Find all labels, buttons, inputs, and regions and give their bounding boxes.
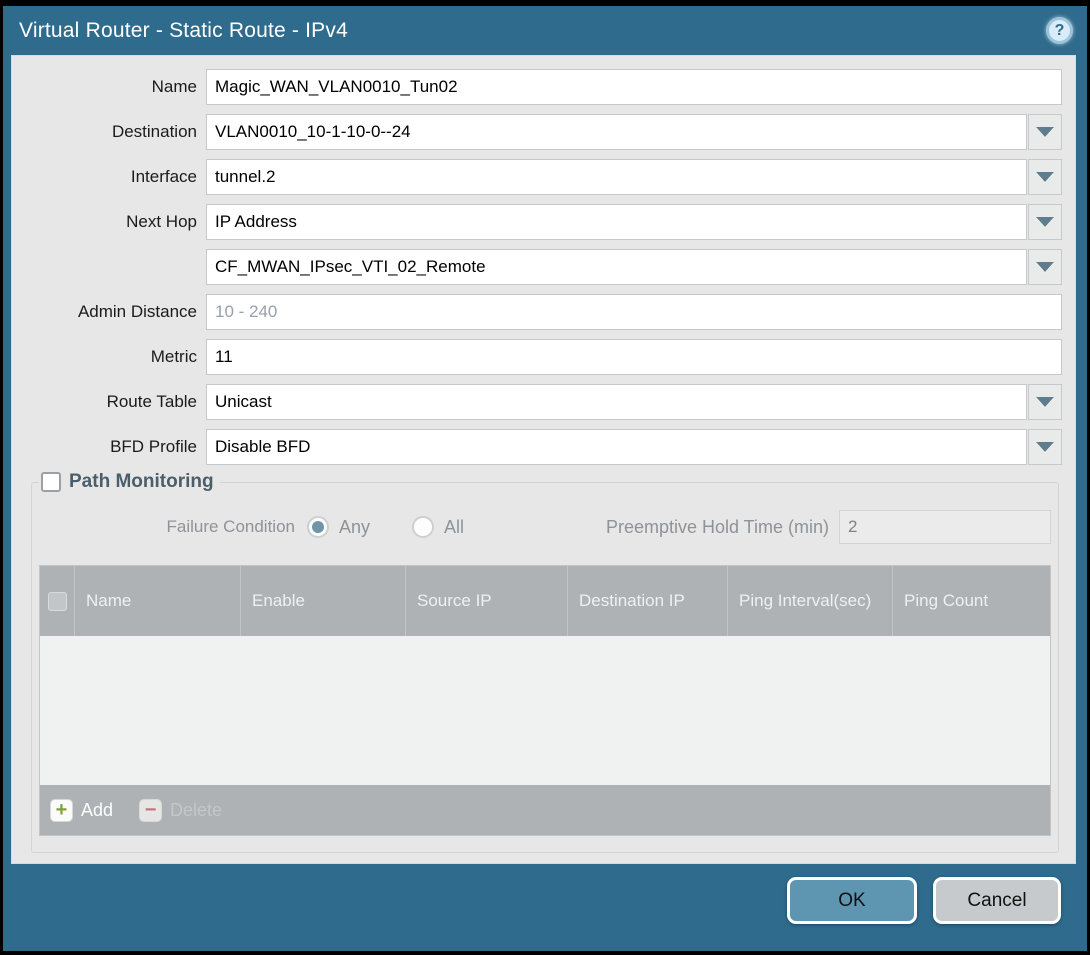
radio-any-label: Any [339, 517, 370, 538]
next-hop-address-dropdown-button[interactable] [1028, 249, 1062, 285]
radio-all [412, 516, 434, 538]
dialog-footer: OK Cancel [3, 864, 1087, 951]
bfd-profile-dropdown-button[interactable] [1028, 429, 1062, 465]
interface-input[interactable] [206, 159, 1027, 195]
dialog-content: Name Destination Interface [11, 55, 1076, 864]
route-table-label: Route Table [12, 392, 206, 412]
metric-label: Metric [12, 347, 206, 367]
destination-label: Destination [12, 122, 206, 142]
route-table-input[interactable] [206, 384, 1027, 420]
path-monitoring-legend: Path Monitoring [39, 471, 220, 493]
chevron-down-icon [1036, 172, 1054, 182]
path-monitoring-checkbox[interactable] [41, 472, 61, 492]
name-row: Name [12, 69, 1075, 105]
path-monitoring-title: Path Monitoring [69, 471, 214, 493]
column-header-destination-ip: Destination IP [567, 566, 727, 636]
admin-distance-label: Admin Distance [12, 302, 206, 322]
destination-row: Destination [12, 114, 1075, 150]
column-header-enable: Enable [240, 566, 405, 636]
interface-dropdown-button[interactable] [1028, 159, 1062, 195]
chevron-down-icon [1036, 127, 1054, 137]
preemptive-hold-time-label: Preemptive Hold Time (min) [606, 517, 839, 538]
help-icon[interactable]: ? [1046, 17, 1073, 44]
name-label: Name [12, 77, 206, 97]
bfd-profile-input[interactable] [206, 429, 1027, 465]
failure-condition-any-option: Any [307, 516, 370, 538]
column-header-source-ip: Source IP [405, 566, 567, 636]
failure-condition-all-option: All [412, 516, 464, 538]
cancel-button[interactable]: Cancel [933, 877, 1061, 924]
select-all-checkbox [48, 592, 67, 611]
path-monitoring-table: Name Enable Source IP Destination IP Pin… [39, 565, 1051, 836]
path-monitoring-section: Path Monitoring Failure Condition Any Al… [31, 471, 1059, 853]
next-hop-row: Next Hop [12, 204, 1075, 240]
metric-row: Metric [12, 339, 1075, 375]
destination-input[interactable] [206, 114, 1027, 150]
chevron-down-icon [1036, 442, 1054, 452]
bfd-profile-label: BFD Profile [12, 437, 206, 457]
next-hop-label: Next Hop [12, 212, 206, 232]
destination-dropdown-button[interactable] [1028, 114, 1062, 150]
delete-button-label: Delete [170, 800, 222, 821]
radio-selected-dot [312, 521, 324, 533]
table-header-row: Name Enable Source IP Destination IP Pin… [40, 566, 1050, 636]
route-table-row: Route Table [12, 384, 1075, 420]
column-header-name: Name [74, 566, 240, 636]
static-route-form: Name Destination Interface [12, 56, 1075, 465]
bfd-profile-row: BFD Profile [12, 429, 1075, 465]
table-body-empty [40, 636, 1050, 785]
chevron-down-icon [1036, 262, 1054, 272]
next-hop-address-row [12, 249, 1075, 285]
failure-condition-row: Failure Condition Any All Preemptive Hol… [39, 509, 1051, 545]
failure-condition-label: Failure Condition [39, 517, 307, 537]
admin-distance-input[interactable] [206, 294, 1062, 330]
metric-input[interactable] [206, 339, 1062, 375]
name-input[interactable] [206, 69, 1062, 105]
add-button[interactable]: + Add [50, 799, 113, 822]
radio-any [307, 516, 329, 538]
add-button-label: Add [81, 800, 113, 821]
interface-row: Interface [12, 159, 1075, 195]
column-header-ping-count: Ping Count [892, 566, 1050, 636]
interface-label: Interface [12, 167, 206, 187]
table-header-checkbox-cell [40, 566, 74, 636]
minus-icon: − [139, 799, 162, 822]
dialog-titlebar: Virtual Router - Static Route - IPv4 ? [3, 6, 1087, 55]
chevron-down-icon [1036, 217, 1054, 227]
next-hop-dropdown-button[interactable] [1028, 204, 1062, 240]
preemptive-hold-time-group: Preemptive Hold Time (min) [606, 510, 1051, 544]
chevron-down-icon [1036, 397, 1054, 407]
dialog-title: Virtual Router - Static Route - IPv4 [19, 19, 348, 43]
column-header-ping-interval: Ping Interval(sec) [727, 566, 892, 636]
next-hop-address-input[interactable] [206, 249, 1027, 285]
ok-button[interactable]: OK [787, 877, 917, 924]
plus-icon: + [50, 799, 73, 822]
next-hop-type-input[interactable] [206, 204, 1027, 240]
static-route-dialog: Virtual Router - Static Route - IPv4 ? N… [3, 6, 1087, 951]
preemptive-hold-time-input [839, 510, 1051, 544]
admin-distance-row: Admin Distance [12, 294, 1075, 330]
route-table-dropdown-button[interactable] [1028, 384, 1062, 420]
delete-button: − Delete [139, 799, 222, 822]
radio-all-label: All [444, 517, 464, 538]
table-toolbar: + Add − Delete [40, 785, 1050, 835]
